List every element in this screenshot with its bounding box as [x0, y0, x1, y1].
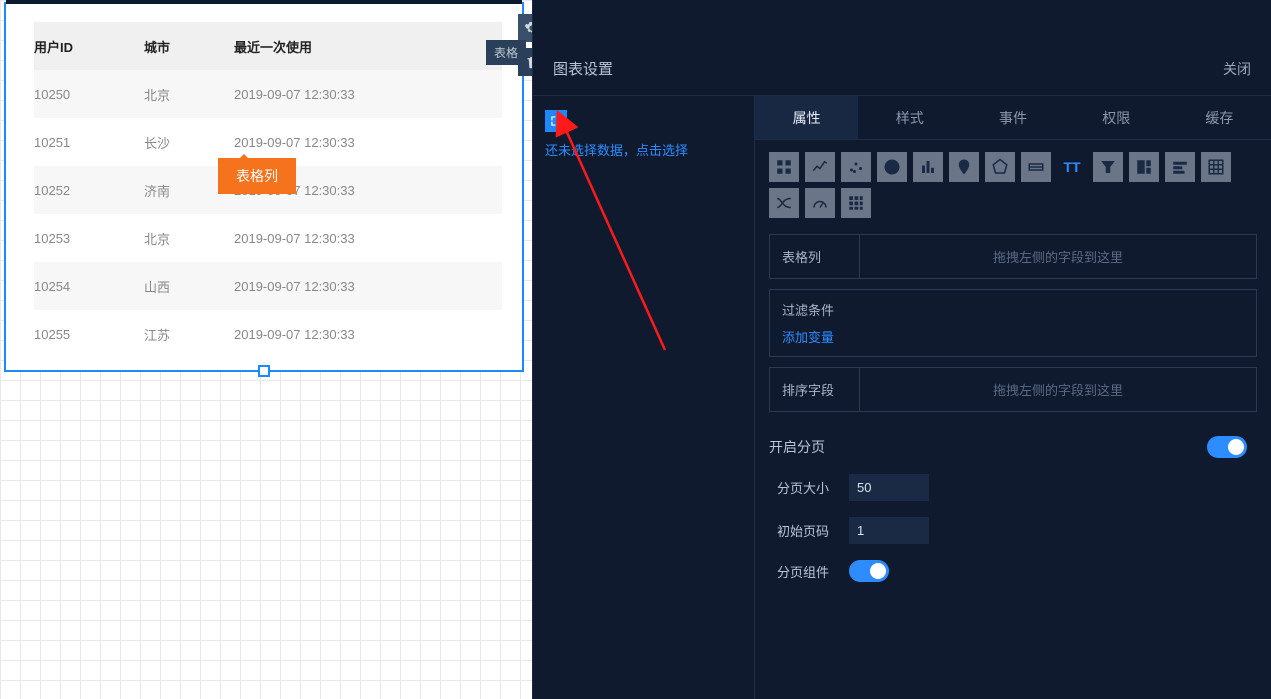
sankey-icon [775, 194, 793, 212]
heatmap-icon [775, 158, 793, 176]
config-pane: 属性 样式 事件 权限 缓存 TT [755, 96, 1271, 699]
cell-city: 山西 [144, 277, 234, 296]
tab-style[interactable]: 样式 [858, 96, 961, 139]
cell-city: 江苏 [144, 325, 234, 344]
tab-attributes[interactable]: 属性 [755, 96, 858, 139]
initial-page-input[interactable] [849, 517, 929, 544]
table-row: 10250 北京 2019-09-07 12:30:33 [34, 70, 502, 118]
filter-label: 过滤条件 [782, 300, 1244, 319]
cell-userid: 10253 [34, 231, 144, 246]
enable-paging-switch[interactable] [1207, 436, 1247, 458]
line-icon [811, 158, 829, 176]
drop-placeholder: 拖拽左侧的字段到这里 [860, 368, 1256, 411]
field-label-table-columns: 表格列 [770, 235, 860, 278]
table-row: 10253 北京 2019-09-07 12:30:33 [34, 214, 502, 262]
tab-cache[interactable]: 缓存 [1168, 96, 1271, 139]
initial-page-label: 初始页码 [769, 521, 849, 540]
cell-userid: 10251 [34, 135, 144, 150]
tab-events[interactable]: 事件 [961, 96, 1064, 139]
enable-paging-row: 开启分页 [769, 428, 1257, 466]
chart-type-sankey[interactable] [769, 188, 799, 218]
filter-block: 过滤条件 添加变量 [769, 289, 1257, 357]
bar-icon [919, 158, 937, 176]
chart-type-gauge[interactable] [805, 188, 835, 218]
cell-userid: 10255 [34, 327, 144, 342]
cell-date: 2019-09-07 12:30:33 [234, 87, 502, 102]
panel-header: 图表设置 关闭 [533, 0, 1271, 96]
cell-date: 2019-09-07 12:30:33 [234, 135, 502, 150]
tab-permission[interactable]: 权限 [1065, 96, 1168, 139]
scatter-icon [847, 158, 865, 176]
drop-placeholder: 拖拽左侧的字段到这里 [860, 235, 1256, 278]
treemap-icon [1135, 158, 1153, 176]
chart-type-grid[interactable] [841, 188, 871, 218]
annotation-arrow [555, 120, 695, 363]
paging-widget-label: 分页组件 [769, 562, 849, 581]
table-icon [1207, 158, 1225, 176]
cell-userid: 10254 [34, 279, 144, 294]
radar-icon [991, 158, 1009, 176]
table-row: 10254 山西 2019-09-07 12:30:33 [34, 262, 502, 310]
page-size-input[interactable] [849, 474, 929, 501]
chart-type-boxplot[interactable] [1021, 152, 1051, 182]
text-icon: TT [1063, 159, 1080, 175]
table-columns-dropzone[interactable]: 表格列 拖拽左侧的字段到这里 [769, 234, 1257, 279]
chart-type-line[interactable] [805, 152, 835, 182]
cell-date: 2019-09-07 12:30:33 [234, 279, 502, 294]
panel-title: 图表设置 [553, 58, 1223, 79]
field-drag-tooltip: 表格列 [218, 158, 296, 194]
chart-type-bar[interactable] [913, 152, 943, 182]
chart-type-heatmap[interactable] [769, 152, 799, 182]
chart-type-picker: TT [755, 140, 1271, 224]
cell-city: 长沙 [144, 133, 234, 152]
table-header-row: 用户ID 城市 最近一次使用 [34, 22, 502, 70]
map-icon [955, 158, 973, 176]
chart-type-radar[interactable] [985, 152, 1015, 182]
cell-userid: 10250 [34, 87, 144, 102]
config-tabs: 属性 样式 事件 权限 缓存 [755, 96, 1271, 140]
canvas-area: 表格 用户ID 城市 最近一次使用 10250 北京 2019-09-07 12… [0, 0, 532, 699]
col-header-date: 最近一次使用 [234, 37, 502, 56]
pie-icon [883, 158, 901, 176]
gauge-strip-icon [1171, 158, 1189, 176]
chart-type-treemap[interactable] [1129, 152, 1159, 182]
table-row: 10255 江苏 2019-09-07 12:30:33 [34, 310, 502, 358]
enable-paging-label: 开启分页 [769, 437, 825, 457]
boxplot-icon [1027, 158, 1045, 176]
chart-type-map[interactable] [949, 152, 979, 182]
resize-handle[interactable] [258, 365, 270, 377]
chart-type-table[interactable] [1201, 152, 1231, 182]
gauge-icon [811, 194, 829, 212]
page-size-label: 分页大小 [769, 478, 849, 497]
chart-type-funnel[interactable] [1093, 152, 1123, 182]
add-variable-link[interactable]: 添加变量 [782, 327, 1244, 346]
grid-icon [847, 194, 865, 212]
paging-widget-switch[interactable] [849, 560, 889, 582]
chart-type-scatter[interactable] [841, 152, 871, 182]
field-label-sort: 排序字段 [770, 368, 860, 411]
cell-date: 2019-09-07 12:30:33 [234, 327, 502, 342]
paging-widget-row: 分页组件 [769, 552, 1257, 590]
initial-page-row: 初始页码 [769, 509, 1257, 552]
col-header-userid: 用户ID [34, 37, 144, 56]
cell-city: 北京 [144, 229, 234, 248]
cell-userid: 10252 [34, 183, 144, 198]
panel-close-button[interactable]: 关闭 [1223, 59, 1251, 79]
col-header-city: 城市 [144, 37, 234, 56]
cell-city: 北京 [144, 85, 234, 104]
sort-field-dropzone[interactable]: 排序字段 拖拽左侧的字段到这里 [769, 367, 1257, 412]
chart-type-gauge-strip[interactable] [1165, 152, 1195, 182]
funnel-icon [1099, 158, 1117, 176]
widget-top-bar [6, 0, 522, 4]
page-size-row: 分页大小 [769, 466, 1257, 509]
chart-type-text[interactable]: TT [1057, 152, 1087, 182]
chart-type-pie[interactable] [877, 152, 907, 182]
cell-date: 2019-09-07 12:30:33 [234, 231, 502, 246]
